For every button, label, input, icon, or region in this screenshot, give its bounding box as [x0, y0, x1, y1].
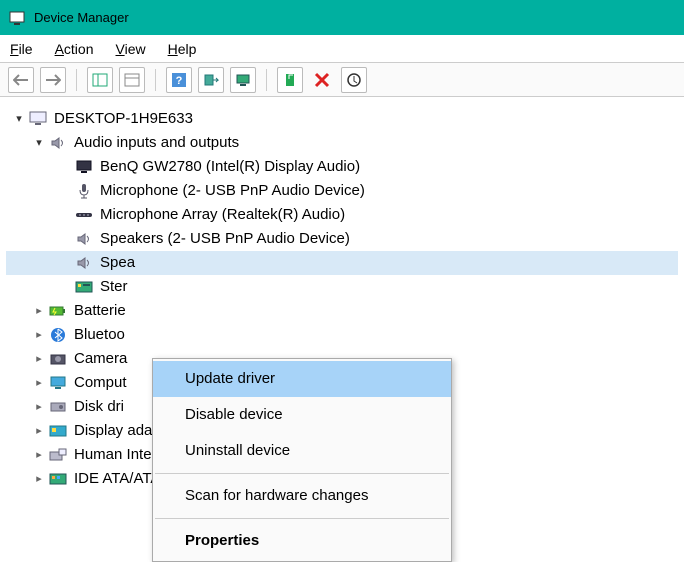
- expand-collapse-caret[interactable]: [32, 131, 46, 155]
- expand-collapse-caret[interactable]: [32, 395, 46, 419]
- computer-icon: [28, 110, 48, 128]
- toolbar: ?: [0, 63, 684, 97]
- microphone-icon: [74, 182, 94, 200]
- tree-device-selected[interactable]: Spea: [6, 251, 678, 275]
- tree-item-label: Audio inputs and outputs: [74, 131, 239, 155]
- microphone-array-icon: [74, 206, 94, 224]
- menu-action[interactable]: Action: [55, 41, 94, 57]
- app-icon: [8, 9, 26, 27]
- computer-icon: [48, 374, 68, 392]
- camera-icon: [48, 350, 68, 368]
- speaker-icon: [74, 230, 94, 248]
- tree-device[interactable]: Microphone Array (Realtek(R) Audio): [6, 203, 678, 227]
- expand-collapse-caret[interactable]: [32, 467, 46, 491]
- expand-collapse-caret[interactable]: [12, 107, 26, 131]
- tree-device[interactable]: Microphone (2- USB PnP Audio Device): [6, 179, 678, 203]
- tree-item-label: Spea: [100, 251, 135, 275]
- tree-device[interactable]: Speakers (2- USB PnP Audio Device): [6, 227, 678, 251]
- disable-device-button[interactable]: [341, 67, 367, 93]
- device-tree[interactable]: DESKTOP-1H9E633 Audio inputs and outputs…: [0, 97, 684, 501]
- menubar: File Action View Help: [0, 35, 684, 63]
- svg-text:?: ?: [176, 75, 183, 87]
- window-title: Device Manager: [34, 10, 129, 25]
- tree-item-label: DESKTOP-1H9E633: [54, 107, 193, 131]
- speaker-icon: [48, 134, 68, 152]
- tree-item-label: Ster: [100, 275, 128, 299]
- ctx-update-driver[interactable]: Update driver: [153, 361, 451, 397]
- tree-device[interactable]: Ster: [6, 275, 678, 299]
- context-menu-separator: [155, 518, 449, 519]
- hid-icon: [48, 446, 68, 464]
- ctx-properties[interactable]: Properties: [153, 523, 451, 559]
- display-adapter-icon: [48, 422, 68, 440]
- menu-file[interactable]: File: [10, 41, 33, 57]
- expand-collapse-caret[interactable]: [32, 371, 46, 395]
- nav-back-button[interactable]: [8, 67, 34, 93]
- toolbar-separator: [76, 69, 77, 91]
- expand-collapse-caret[interactable]: [32, 347, 46, 371]
- scan-hardware-button[interactable]: [198, 67, 224, 93]
- monitor-icon: [74, 158, 94, 176]
- tree-item-label: Batterie: [74, 299, 126, 323]
- tree-item-label: Disk dri: [74, 395, 124, 419]
- ctx-uninstall-device[interactable]: Uninstall device: [153, 433, 451, 469]
- tree-item-label: Camera: [74, 347, 127, 371]
- tree-item-label: Microphone (2- USB PnP Audio Device): [100, 179, 365, 203]
- enable-device-button[interactable]: [277, 67, 303, 93]
- bluetooth-icon: [48, 326, 68, 344]
- tree-root[interactable]: DESKTOP-1H9E633: [6, 107, 678, 131]
- sound-card-icon: [74, 278, 94, 296]
- speaker-icon: [74, 254, 94, 272]
- properties-button[interactable]: [119, 67, 145, 93]
- titlebar: Device Manager: [0, 0, 684, 35]
- update-driver-button[interactable]: [230, 67, 256, 93]
- tree-item-label: Speakers (2- USB PnP Audio Device): [100, 227, 350, 251]
- ide-controller-icon: [48, 470, 68, 488]
- expand-collapse-caret[interactable]: [32, 299, 46, 323]
- expand-collapse-caret[interactable]: [32, 419, 46, 443]
- expand-collapse-caret[interactable]: [32, 323, 46, 347]
- toolbar-separator: [266, 69, 267, 91]
- context-menu-separator: [155, 473, 449, 474]
- tree-category-bluetooth[interactable]: Bluetoo: [6, 323, 678, 347]
- help-button[interactable]: ?: [166, 67, 192, 93]
- menu-view[interactable]: View: [116, 41, 146, 57]
- ctx-scan-hardware[interactable]: Scan for hardware changes: [153, 478, 451, 514]
- tree-item-label: Microphone Array (Realtek(R) Audio): [100, 203, 345, 227]
- tree-category-audio[interactable]: Audio inputs and outputs: [6, 131, 678, 155]
- tree-device[interactable]: BenQ GW2780 (Intel(R) Display Audio): [6, 155, 678, 179]
- tree-item-label: BenQ GW2780 (Intel(R) Display Audio): [100, 155, 360, 179]
- expand-collapse-caret[interactable]: [32, 443, 46, 467]
- toolbar-separator: [155, 69, 156, 91]
- context-menu: Update driver Disable device Uninstall d…: [152, 358, 452, 562]
- uninstall-device-button[interactable]: [309, 67, 335, 93]
- tree-item-label: Bluetoo: [74, 323, 125, 347]
- tree-category-batteries[interactable]: Batterie: [6, 299, 678, 323]
- show-hide-tree-button[interactable]: [87, 67, 113, 93]
- tree-item-label: Comput: [74, 371, 127, 395]
- nav-forward-button[interactable]: [40, 67, 66, 93]
- ctx-disable-device[interactable]: Disable device: [153, 397, 451, 433]
- battery-icon: [48, 302, 68, 320]
- disk-drive-icon: [48, 398, 68, 416]
- menu-help[interactable]: Help: [168, 41, 197, 57]
